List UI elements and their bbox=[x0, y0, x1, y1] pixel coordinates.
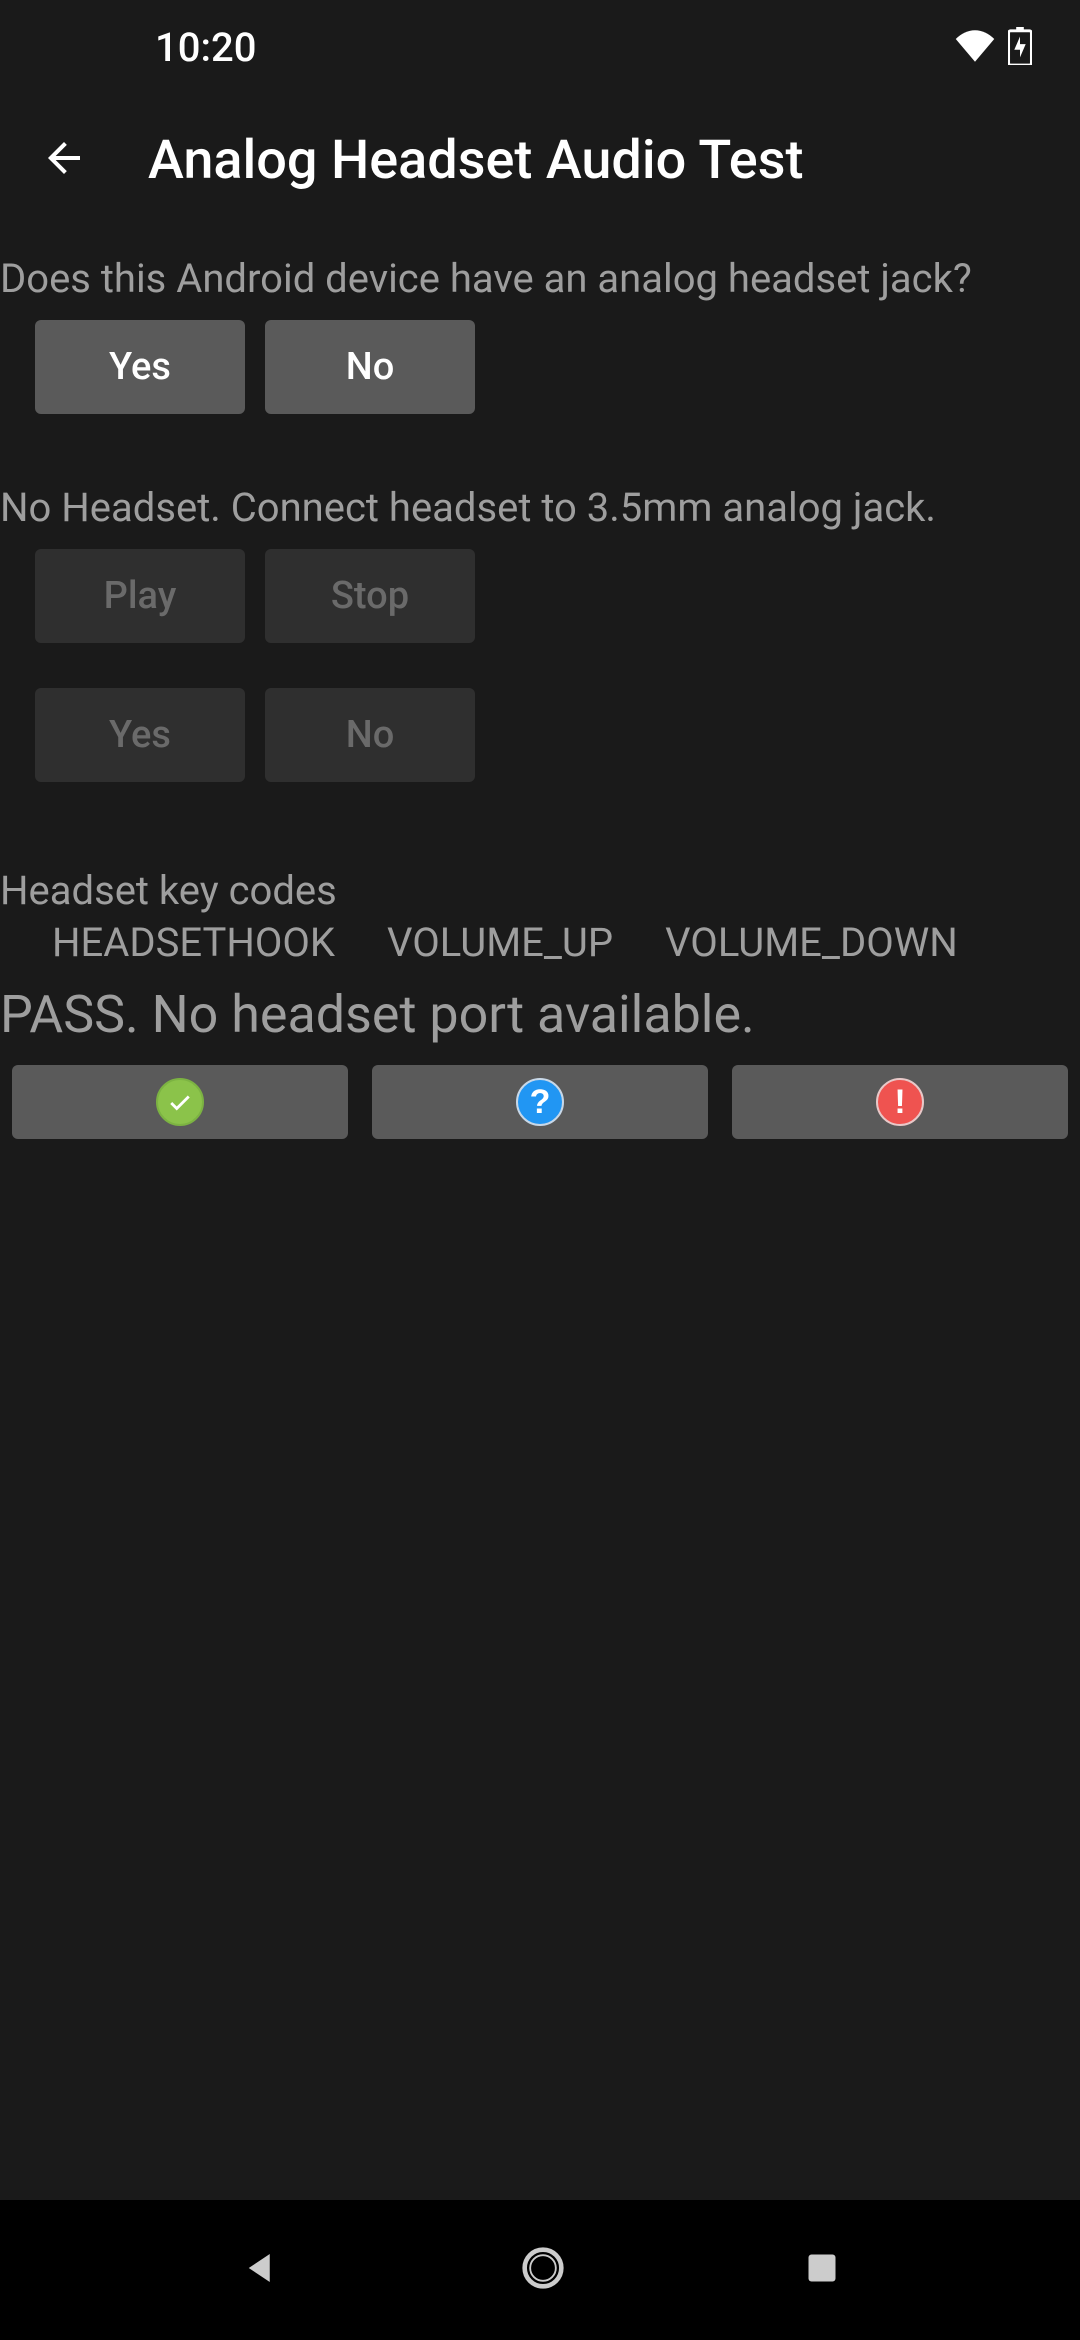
nav-back-icon[interactable] bbox=[240, 2247, 282, 2293]
play-button: Play bbox=[35, 549, 245, 643]
confirm-no-button: No bbox=[265, 688, 475, 782]
content: Does this Android device have an analog … bbox=[0, 225, 1080, 1139]
nav-recent-icon[interactable] bbox=[804, 2250, 840, 2290]
keycode-item: HEADSETHOOK bbox=[52, 919, 335, 966]
back-arrow-icon[interactable] bbox=[40, 134, 88, 186]
keycodes-row: HEADSETHOOK VOLUME_UP VOLUME_DOWN bbox=[0, 919, 1080, 966]
jack-no-button[interactable]: No bbox=[265, 320, 475, 414]
jack-yes-button[interactable]: Yes bbox=[35, 320, 245, 414]
check-icon bbox=[156, 1078, 204, 1126]
app-bar: Analog Headset Audio Test bbox=[0, 95, 1080, 225]
question-icon: ? bbox=[516, 1078, 564, 1126]
status-icons bbox=[954, 27, 1032, 69]
exclamation-icon: ! bbox=[876, 1078, 924, 1126]
battery-charging-icon bbox=[1008, 27, 1032, 69]
jack-question-buttons: Yes No bbox=[0, 320, 1080, 414]
confirm-yes-button: Yes bbox=[35, 688, 245, 782]
confirm-buttons: Yes No bbox=[0, 688, 1080, 782]
jack-question-text: Does this Android device have an analog … bbox=[0, 225, 1080, 320]
wifi-icon bbox=[954, 30, 996, 66]
keycode-item: VOLUME_DOWN bbox=[665, 919, 958, 966]
fail-button[interactable]: ! bbox=[732, 1065, 1068, 1139]
result-buttons: ? ! bbox=[0, 1065, 1080, 1139]
playback-buttons: Play Stop bbox=[0, 549, 1080, 643]
pass-button[interactable] bbox=[12, 1065, 348, 1139]
stop-button: Stop bbox=[265, 549, 475, 643]
keycode-item: VOLUME_UP bbox=[387, 919, 613, 966]
nav-home-icon[interactable] bbox=[521, 2246, 565, 2294]
keycodes-label: Headset key codes bbox=[0, 822, 1080, 919]
page-title: Analog Headset Audio Test bbox=[148, 129, 803, 192]
result-text: PASS. No headset port available. bbox=[0, 966, 1080, 1065]
status-bar: 10:20 bbox=[0, 0, 1080, 95]
status-time: 10:20 bbox=[155, 24, 256, 71]
info-button[interactable]: ? bbox=[372, 1065, 708, 1139]
navigation-bar bbox=[0, 2200, 1080, 2340]
headset-status-text: No Headset. Connect headset to 3.5mm ana… bbox=[0, 454, 1080, 549]
